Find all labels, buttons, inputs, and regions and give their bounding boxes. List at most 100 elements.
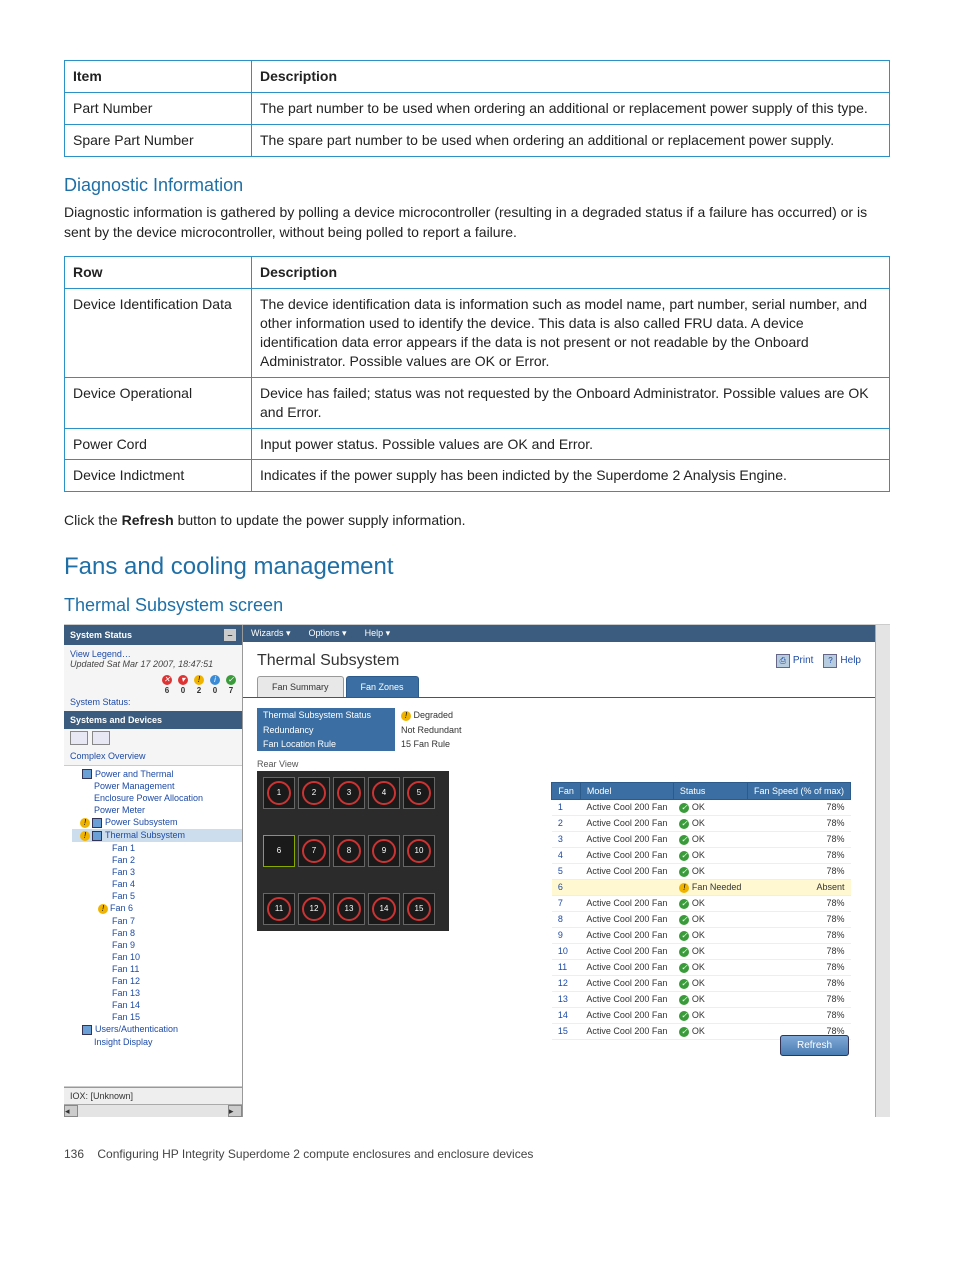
fan-slot: 3 [333,777,365,809]
fan-table: FanModelStatusFan Speed (% of max) 1Acti… [551,782,851,1040]
fan-link[interactable]: 10 [552,943,581,959]
tree-item[interactable]: Power Meter [94,805,145,815]
fan-slot: 4 [368,777,400,809]
collapse-icon[interactable]: – [224,629,236,641]
tree-item[interactable]: Fan 12 [112,976,140,986]
info-icon: i [210,675,220,685]
tree-item[interactable]: Fan 3 [112,867,135,877]
thermal-summary-table: Thermal Subsystem Status! DegradedRedund… [257,708,474,751]
table-row-description: Row Description Device Identification Da… [64,256,890,492]
menu-item[interactable]: Wizards ▾ [251,628,291,639]
tree-item[interactable]: Insight Display [94,1037,153,1047]
fan-link[interactable]: 1 [552,799,581,815]
scrollbar-vertical[interactable] [875,625,890,1117]
collapse-button[interactable] [92,731,110,745]
tree-item[interactable]: Power Management [94,781,175,791]
tree-item[interactable]: Fan 15 [112,1012,140,1022]
tree-item[interactable]: Thermal Subsystem [105,830,185,840]
tab[interactable]: Fan Zones [346,676,419,697]
fan-slot: 10 [403,835,435,867]
page-title: Thermal Subsystem [257,652,399,670]
fan-link[interactable]: 4 [552,847,581,863]
fan-link[interactable]: 3 [552,831,581,847]
iox-label: IOX: [Unknown] [64,1087,242,1104]
fan-slot: 9 [368,835,400,867]
table-row: Device Identification Data [65,289,252,378]
print-icon: ⎙ [776,654,790,668]
table-row: Power Cord [65,428,252,460]
tree-item[interactable]: Fan 4 [112,879,135,889]
menu-bar[interactable]: Wizards ▾ Options ▾ Help ▾ [243,625,875,642]
tree-item[interactable]: Fan 14 [112,1000,140,1010]
fan-link[interactable]: 6 [552,879,581,895]
tree-item[interactable]: Fan 8 [112,928,135,938]
ok-icon: ✓ [226,675,236,685]
tab-row: Fan SummaryFan Zones [243,676,875,698]
critical-icon: ▾ [178,675,188,685]
rear-view-label: Rear View [257,759,861,769]
fan-slot: 6 [263,835,295,867]
fan-slot: 12 [298,893,330,925]
help-button[interactable]: ?Help [823,654,861,668]
fan-link[interactable]: 11 [552,959,581,975]
footer-text: Configuring HP Integrity Superdome 2 com… [97,1147,533,1161]
warn-icon: ! [194,675,204,685]
tree-item[interactable]: Power and Thermal [95,769,173,779]
tree-item[interactable]: Fan 7 [112,916,135,926]
fan-slot: 15 [403,893,435,925]
fan-slot: 1 [263,777,295,809]
tree-item[interactable]: Fan 10 [112,952,140,962]
status-icon-row: ✕6 ▾0 !2 i0 ✓7 [70,675,236,695]
tree-item[interactable]: Power Subsystem [105,817,178,827]
fan-slot: 7 [298,835,330,867]
table-row: Device Indictment [65,460,252,492]
complex-overview-link[interactable]: Complex Overview [64,747,242,765]
fan-link[interactable]: 9 [552,927,581,943]
view-legend-link[interactable]: View Legend… [70,649,236,659]
table-row: Device Operational [65,377,252,428]
screenshot-thermal-subsystem: System Status – View Legend… Updated Sat… [64,624,890,1117]
panel-system-status-header: System Status – [64,625,242,645]
tree-item[interactable]: Fan 13 [112,988,140,998]
tree-item[interactable]: Fan 11 [112,964,139,974]
th-desc2: Description [252,257,890,289]
tree-item[interactable]: Enclosure Power Allocation [94,793,203,803]
fan-link[interactable]: 5 [552,863,581,879]
fan-link[interactable]: 15 [552,1023,581,1039]
tree-item[interactable]: Fan 9 [112,940,135,950]
fan-link[interactable]: 13 [552,991,581,1007]
fan-link[interactable]: 12 [552,975,581,991]
updated-timestamp: Updated Sat Mar 17 2007, 18:47:51 [70,659,236,669]
device-tree[interactable]: Power and Thermal Power Management Enclosu… [64,765,242,1087]
tree-item[interactable]: Fan 5 [112,891,135,901]
rear-view-diagram: 123456789101112131415 [257,771,449,931]
scrollbar-horizontal[interactable]: ◂▸ [64,1104,242,1117]
fan-link[interactable]: 14 [552,1007,581,1023]
fan-link[interactable]: 2 [552,815,581,831]
fan-link[interactable]: 7 [552,895,581,911]
heading-thermal-screen: Thermal Subsystem screen [64,595,890,616]
error-icon: ✕ [162,675,172,685]
fan-slot: 14 [368,893,400,925]
tree-item[interactable]: Fan 1 [112,843,135,853]
table-row: Spare Part Number [65,124,252,156]
refresh-button[interactable]: Refresh [780,1035,849,1056]
fan-slot: 5 [403,777,435,809]
expand-button[interactable] [70,731,88,745]
fan-link[interactable]: 8 [552,911,581,927]
print-button[interactable]: ⎙Print [776,654,814,668]
fan-slot: 13 [333,893,365,925]
tree-item[interactable]: Fan 2 [112,855,135,865]
menu-item[interactable]: Help ▾ [365,628,391,639]
panel-systems-devices-header: Systems and Devices [64,711,242,729]
fan-slot: 8 [333,835,365,867]
table-item-description: Item Description Part NumberThe part num… [64,60,890,157]
tab[interactable]: Fan Summary [257,676,344,697]
fan-slot: 11 [263,893,295,925]
system-status-label: System Status: [70,697,236,707]
tree-item[interactable]: Users/Authentication [95,1024,178,1034]
para-diagnostic-info: Diagnostic information is gathered by po… [64,202,890,243]
menu-item[interactable]: Options ▾ [309,628,347,639]
tree-item[interactable]: Fan 6 [110,903,133,913]
refresh-instruction: Click the Refresh button to update the p… [64,510,890,530]
